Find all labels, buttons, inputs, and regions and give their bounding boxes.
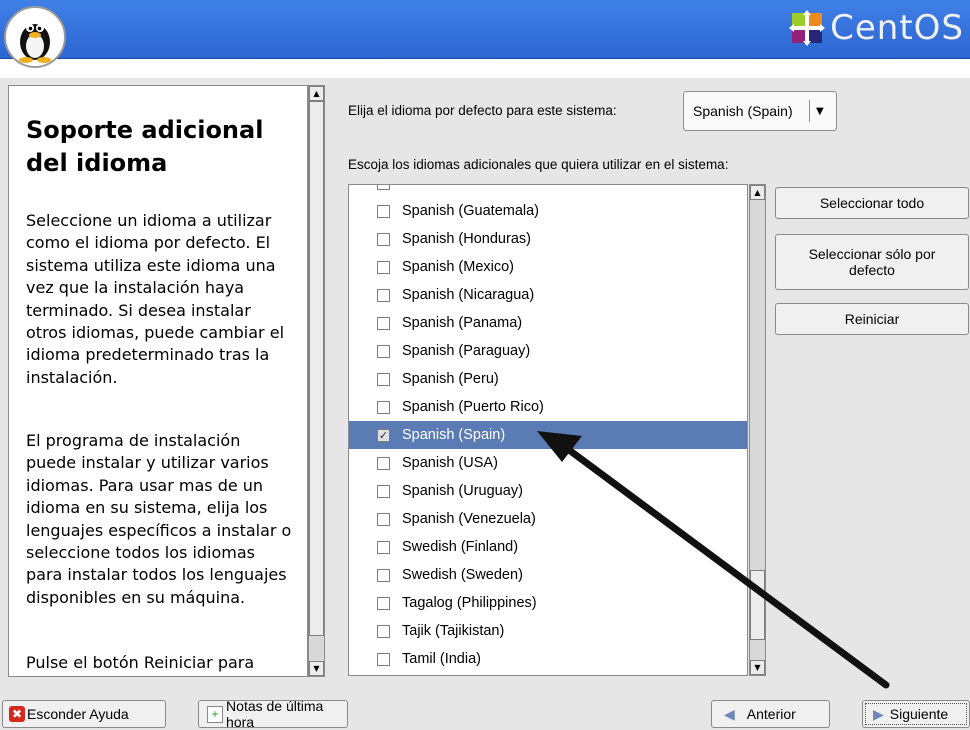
list-item-label: Spanish (Uruguay) bbox=[402, 483, 523, 499]
scroll-thumb[interactable] bbox=[309, 101, 324, 636]
centos-logo-icon bbox=[789, 10, 826, 46]
checkbox[interactable] bbox=[377, 540, 390, 554]
default-language-select[interactable]: Spanish (Spain) ▼ bbox=[683, 91, 837, 131]
list-scrollbar[interactable]: ▲ ▼ bbox=[749, 184, 766, 676]
checkbox[interactable] bbox=[377, 232, 390, 246]
list-item-label: Tamil (India) bbox=[402, 651, 481, 667]
help-paragraph: Seleccione un idioma a utilizar como el … bbox=[26, 211, 285, 387]
list-item[interactable]: Tagalog (Philippines) bbox=[349, 589, 747, 617]
checkbox[interactable] bbox=[377, 484, 390, 498]
list-item[interactable]: Spanish (Uruguay) bbox=[349, 477, 747, 505]
scroll-up-icon[interactable]: ▲ bbox=[750, 185, 765, 200]
release-notes-label: Notas de última hora bbox=[226, 698, 324, 730]
list-item[interactable]: Swedish (Finland) bbox=[349, 533, 747, 561]
chevron-down-icon: ▼ bbox=[816, 105, 824, 117]
next-label: Siguiente bbox=[889, 706, 949, 722]
language-list[interactable]: Spanish (Guatemala) Spanish (Honduras) Spa… bbox=[348, 184, 748, 676]
list-item-label: Spanish (Mexico) bbox=[402, 259, 515, 275]
checkbox[interactable] bbox=[377, 260, 390, 274]
checkbox[interactable] bbox=[377, 652, 390, 666]
scroll-down-icon[interactable]: ▼ bbox=[750, 660, 765, 675]
scroll-thumb[interactable] bbox=[750, 570, 765, 640]
additional-languages-label: Escoja los idiomas adicionales que quier… bbox=[348, 157, 729, 172]
arrow-right-icon: ▶ bbox=[873, 705, 884, 722]
list-item[interactable]: Tamil (India) bbox=[349, 645, 747, 673]
list-item-label: Swedish (Finland) bbox=[402, 539, 519, 555]
hide-help-label: Esconder Ayuda bbox=[27, 706, 129, 722]
tux-logo-icon bbox=[4, 6, 66, 68]
checkbox[interactable] bbox=[377, 372, 390, 386]
list-item-partial[interactable] bbox=[349, 185, 747, 197]
list-item-label: Spanish (USA) bbox=[402, 455, 498, 471]
release-notes-icon: + bbox=[207, 705, 224, 723]
hide-help-button[interactable]: ✖ Esconder Ayuda bbox=[2, 700, 166, 728]
checkbox[interactable] bbox=[377, 596, 390, 610]
list-item[interactable]: Spanish (Panama) bbox=[349, 309, 747, 337]
checkbox[interactable] bbox=[377, 624, 390, 638]
select-default-only-button[interactable]: Seleccionar sólo por defecto bbox=[775, 234, 969, 290]
list-item[interactable]: Spanish (Nicaragua) bbox=[349, 281, 747, 309]
list-item-label: Swedish (Sweden) bbox=[402, 567, 523, 583]
scroll-up-icon[interactable]: ▲ bbox=[309, 86, 324, 101]
list-item-label: Spanish (Guatemala) bbox=[402, 203, 540, 219]
checkbox[interactable] bbox=[377, 400, 390, 414]
list-item[interactable]: Spanish (Guatemala) bbox=[349, 197, 747, 225]
default-language-value: Spanish (Spain) bbox=[693, 103, 793, 119]
list-item[interactable]: Spanish (Paraguay) bbox=[349, 337, 747, 365]
list-item-label: Spanish (Venezuela) bbox=[402, 511, 536, 527]
help-paragraph: Pulse el botón Reiniciar para bbox=[26, 653, 255, 672]
back-button[interactable]: ◀ Anterior bbox=[711, 700, 830, 728]
list-item[interactable]: Spanish (Honduras) bbox=[349, 225, 747, 253]
centos-brand: CentOS bbox=[788, 6, 964, 50]
list-item-label: Spanish (Honduras) bbox=[402, 231, 531, 247]
default-language-label: Elija el idioma por defecto para este si… bbox=[348, 103, 617, 118]
list-item[interactable]: Tajik (Tajikistan) bbox=[349, 617, 747, 645]
scroll-down-icon[interactable]: ▼ bbox=[309, 661, 324, 676]
checkbox[interactable] bbox=[377, 344, 390, 358]
list-item-label: Spanish (Peru) bbox=[402, 371, 499, 387]
list-item[interactable]: Spanish (USA) bbox=[349, 449, 747, 477]
list-item-label: Spanish (Spain) bbox=[402, 427, 506, 443]
checkbox[interactable] bbox=[377, 456, 390, 470]
checkbox[interactable] bbox=[377, 204, 390, 218]
list-item-label: Spanish (Nicaragua) bbox=[402, 287, 535, 303]
list-item[interactable]: Swedish (Sweden) bbox=[349, 561, 747, 589]
next-button[interactable]: ▶ Siguiente bbox=[862, 700, 970, 728]
checkbox[interactable] bbox=[377, 568, 390, 582]
back-label: Anterior bbox=[746, 706, 796, 722]
list-item[interactable]: ✓ Spanish (Spain) bbox=[349, 421, 747, 449]
checkbox[interactable] bbox=[377, 512, 390, 526]
checkbox[interactable] bbox=[377, 288, 390, 302]
help-scrollbar[interactable]: ▲ ▼ bbox=[308, 85, 325, 677]
checkbox[interactable]: ✓ bbox=[377, 428, 390, 442]
help-title: Soporte adicional del idioma bbox=[26, 116, 264, 177]
help-pane: Soporte adicional del idioma Seleccione … bbox=[8, 85, 308, 677]
list-item-label: Spanish (Puerto Rico) bbox=[402, 399, 544, 415]
list-item-label: Spanish (Paraguay) bbox=[402, 343, 531, 359]
arrow-left-icon: ◀ bbox=[724, 705, 735, 722]
checkbox[interactable] bbox=[377, 316, 390, 330]
list-item-label: Spanish (Panama) bbox=[402, 315, 523, 331]
list-item-label: Tajik (Tajikistan) bbox=[402, 623, 505, 639]
select-all-button[interactable]: Seleccionar todo bbox=[775, 187, 969, 219]
list-item[interactable]: Spanish (Venezuela) bbox=[349, 505, 747, 533]
brand-name: CentOS bbox=[830, 8, 964, 48]
release-notes-button[interactable]: + Notas de última hora bbox=[198, 698, 348, 730]
checkbox[interactable] bbox=[377, 185, 390, 190]
list-item-label: Tagalog (Philippines) bbox=[402, 595, 537, 611]
help-paragraph: El programa de instalación puede instala… bbox=[26, 431, 292, 607]
hide-help-icon: ✖ bbox=[9, 706, 25, 722]
reset-button[interactable]: Reiniciar bbox=[775, 303, 969, 335]
list-item[interactable]: Spanish (Puerto Rico) bbox=[349, 393, 747, 421]
list-item[interactable]: Spanish (Peru) bbox=[349, 365, 747, 393]
list-item[interactable]: Spanish (Mexico) bbox=[349, 253, 747, 281]
